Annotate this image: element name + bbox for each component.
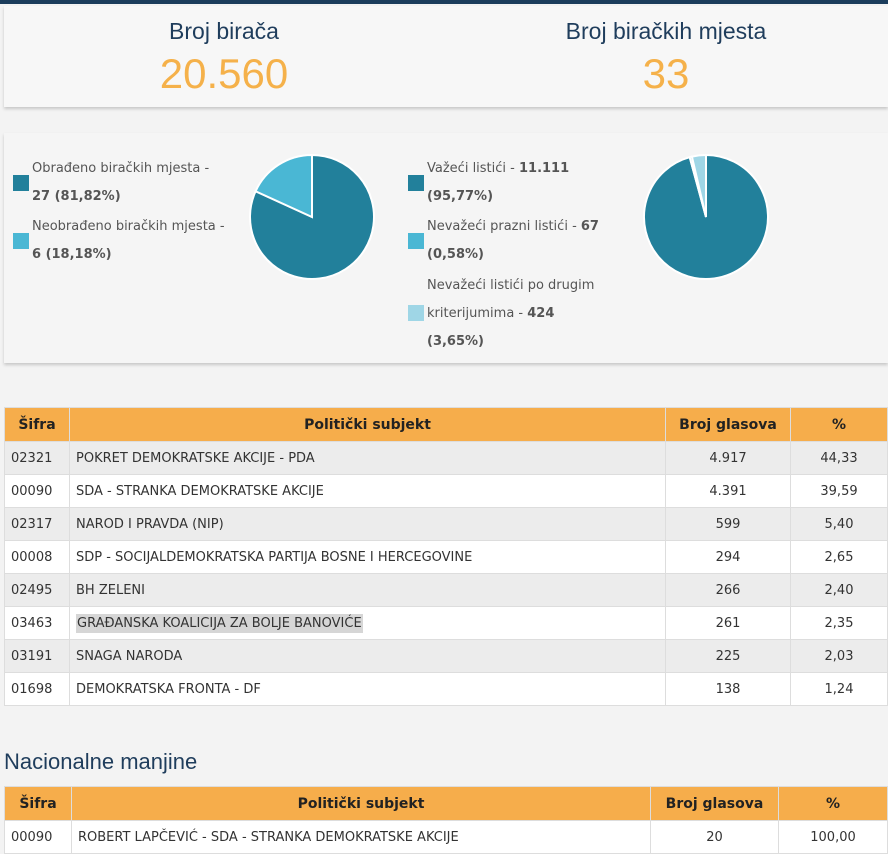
row-pct: 2,03 <box>790 639 888 673</box>
ballots-pie <box>643 153 769 280</box>
legend-invalid-empty-pct: (0,58%) <box>427 247 484 262</box>
legend-invalid-other-pct: (3,65%) <box>427 334 484 349</box>
row-code: 01698 <box>4 672 70 706</box>
col-subject-header[interactable]: Politički subjekt <box>69 407 666 442</box>
row-subject: NAROD I PRAVDA (NIP) <box>69 507 666 541</box>
results-header-row: Šifra Politički subjekt Broj glasova % <box>4 407 888 442</box>
minorities-title: Nacionalne manjine <box>4 749 198 774</box>
row-subject: POKRET DEMOKRATSKE AKCIJE - PDA <box>69 441 666 475</box>
col-votes-header[interactable]: Broj glasova <box>665 407 791 442</box>
legend-swatch-valid <box>408 175 424 191</box>
row-code: 00090 <box>4 820 72 854</box>
col-code-header[interactable]: Šifra <box>4 407 70 442</box>
legend-valid-pct: (95,77%) <box>427 189 494 204</box>
row-votes: 20 <box>650 820 779 854</box>
legend-valid-value: 11.111 <box>518 161 570 176</box>
row-subject: SDP - SOCIJALDEMOKRATSKA PARTIJA BOSNE I… <box>69 540 666 574</box>
minorities-header-row: Šifra Politički subjekt Broj glasova % <box>4 786 888 821</box>
voters-value: 20.560 <box>159 50 289 97</box>
row-pct: 2,40 <box>790 573 888 607</box>
row-pct: 2,65 <box>790 540 888 574</box>
row-code: 03463 <box>4 606 70 640</box>
row-votes: 225 <box>665 639 791 673</box>
row-subject: SDA - STRANKA DEMOKRATSKE AKCIJE <box>69 474 666 508</box>
row-subject-cell: GRAĐANSKA KOALICIJA ZA BOLJE BANOVIĆE <box>69 606 666 640</box>
row-pct: 1,24 <box>790 672 888 706</box>
stations-value: 33 <box>642 50 690 97</box>
legend-unprocessed-text: Neobrađeno biračkih mjesta - <box>32 219 225 234</box>
col-pct-header[interactable]: % <box>790 407 888 442</box>
legend-processed: Obrađeno biračkih mjesta - 27 (81,82%) <box>32 155 232 211</box>
legend-invalid-other: Nevažeći listići po drugim kriterijumima… <box>427 272 627 356</box>
table-row: 03191 SNAGA NARODA 225 2,03 <box>4 639 888 673</box>
table-row: 02495 BH ZELENI 266 2,40 <box>4 573 888 607</box>
pie-charts-panel: Obrađeno biračkih mjesta - 27 (81,82%) N… <box>4 133 888 363</box>
row-pct: 5,40 <box>790 507 888 541</box>
legend-swatch-invalid-other <box>408 305 424 321</box>
top-accent-bar <box>0 0 888 4</box>
row-pct: 39,59 <box>790 474 888 508</box>
legend-unprocessed: Neobrađeno biračkih mjesta - 6 (18,18%) <box>32 213 232 269</box>
row-subject: SNAGA NARODA <box>69 639 666 673</box>
row-votes: 261 <box>665 606 791 640</box>
legend-valid-text: Važeći listići - <box>427 161 519 176</box>
row-votes: 599 <box>665 507 791 541</box>
row-code: 00008 <box>4 540 70 574</box>
table-row: 00090 SDA - STRANKA DEMOKRATSKE AKCIJE 4… <box>4 474 888 508</box>
minorities-table: Šifra Politički subjekt Broj glasova % 0… <box>4 786 888 854</box>
row-votes: 4.391 <box>665 474 791 508</box>
row-subject: BH ZELENI <box>69 573 666 607</box>
legend-valid: Važeći listići - 11.111 (95,77%) <box>427 155 627 211</box>
voters-stat: Broj birača 20.560 <box>4 6 444 99</box>
row-code: 02317 <box>4 507 70 541</box>
legend-invalid-other-text: Nevažeći listići po drugim <box>427 278 595 293</box>
row-pct: 2,35 <box>790 606 888 640</box>
legend-processed-value: 27 (81,82%) <box>32 189 121 204</box>
row-subject: DEMOKRATSKA FRONTA - DF <box>69 672 666 706</box>
legend-invalid-other-value: 424 <box>527 306 555 321</box>
col-subject-header[interactable]: Politički subjekt <box>71 786 651 821</box>
stations-label: Broj biračkih mjesta <box>565 18 767 44</box>
row-votes: 4.917 <box>665 441 791 475</box>
table-row: 00090 ROBERT LAPČEVIĆ - SDA - STRANKA DE… <box>4 820 888 854</box>
legend-swatch-invalid-empty <box>408 233 424 249</box>
legend-swatch-processed <box>13 175 29 191</box>
legend-invalid-empty-value: 67 <box>580 219 599 234</box>
legend-invalid-empty-text: Nevažeći prazni listići - <box>427 219 581 234</box>
row-code: 00090 <box>4 474 70 508</box>
stations-stat: Broj biračkih mjesta 33 <box>446 6 886 99</box>
table-row: 02321 POKRET DEMOKRATSKE AKCIJE - PDA 4.… <box>4 441 888 475</box>
col-pct-header[interactable]: % <box>778 786 888 821</box>
row-subject: ROBERT LAPČEVIĆ - SDA - STRANKA DEMOKRAT… <box>71 820 651 854</box>
row-votes: 138 <box>665 672 791 706</box>
voters-label: Broj birača <box>169 18 279 44</box>
col-code-header[interactable]: Šifra <box>4 786 72 821</box>
legend-invalid-empty: Nevažeći prazni listići - 67 (0,58%) <box>427 213 627 269</box>
legend-swatch-unprocessed <box>13 233 29 249</box>
row-pct: 44,33 <box>790 441 888 475</box>
row-code: 02321 <box>4 441 70 475</box>
processed-stations-pie <box>249 153 375 280</box>
row-subject-selected: GRAĐANSKA KOALICIJA ZA BOLJE BANOVIĆE <box>76 613 363 633</box>
table-row: 03463 GRAĐANSKA KOALICIJA ZA BOLJE BANOV… <box>4 606 888 640</box>
legend-processed-text: Obrađeno biračkih mjesta - <box>32 161 210 176</box>
row-code: 02495 <box>4 573 70 607</box>
table-row: 02317 NAROD I PRAVDA (NIP) 599 5,40 <box>4 507 888 541</box>
row-pct: 100,00 <box>778 820 888 854</box>
col-votes-header[interactable]: Broj glasova <box>650 786 779 821</box>
table-row: 01698 DEMOKRATSKA FRONTA - DF 138 1,24 <box>4 672 888 706</box>
row-votes: 266 <box>665 573 791 607</box>
stats-panel: Broj birača 20.560 Broj biračkih mjesta … <box>4 6 888 107</box>
legend-invalid-other-text-b: kriterijumima - <box>427 306 528 321</box>
row-votes: 294 <box>665 540 791 574</box>
results-table: Šifra Politički subjekt Broj glasova % 0… <box>4 407 888 706</box>
row-code: 03191 <box>4 639 70 673</box>
table-row: 00008 SDP - SOCIJALDEMOKRATSKA PARTIJA B… <box>4 540 888 574</box>
legend-unprocessed-value: 6 (18,18%) <box>32 247 112 262</box>
